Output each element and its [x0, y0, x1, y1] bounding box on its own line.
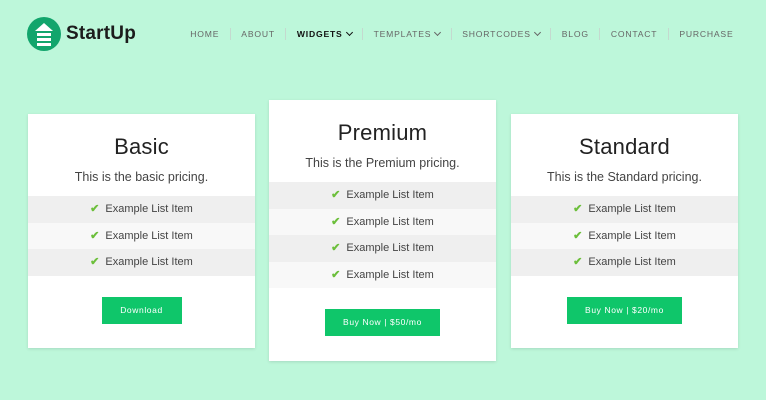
- cta-wrapper: Buy Now | $50/mo: [269, 309, 496, 336]
- nav-item-contact[interactable]: CONTACT: [599, 28, 668, 40]
- pricing-card-basic: Basic This is the basic pricing. ✔ Exampl…: [28, 114, 255, 348]
- list-item-label: Example List Item: [346, 268, 434, 281]
- list-item-label: Example List Item: [346, 189, 434, 201]
- list-item-label: Example List Item: [346, 215, 434, 228]
- cta-wrapper: Download: [28, 296, 255, 324]
- nav-label: ABOUT: [241, 29, 275, 39]
- nav-label: WIDGETS: [296, 29, 343, 39]
- check-icon: ✔: [573, 229, 583, 242]
- list-item-label: Example List Item: [588, 229, 676, 242]
- nav-item-widgets[interactable]: WIDGETS: [285, 28, 362, 40]
- list-item-label: Example List Item: [346, 242, 434, 254]
- nav-item-home[interactable]: HOME: [180, 28, 230, 40]
- list-item: ✔ Example List Item: [511, 196, 738, 223]
- list-item-label: Example List Item: [588, 203, 676, 215]
- plan-title: Premium: [337, 120, 428, 145]
- nav-item-blog[interactable]: BLOG: [550, 28, 599, 40]
- list-item: ✔ Example List Item: [511, 249, 738, 276]
- nav-label: BLOG: [561, 29, 589, 39]
- list-item: ✔ Example List Item: [28, 222, 255, 249]
- chevron-down-icon: [434, 28, 442, 37]
- check-icon: ✔: [90, 229, 100, 242]
- nav-label: PURCHASE: [679, 29, 734, 39]
- brand-name: StartUp: [66, 23, 137, 44]
- feature-list: ✔ Example List Item ✔ Example List Item ✔ E…: [28, 196, 255, 276]
- list-item: ✔ Example List Item: [269, 261, 496, 288]
- check-icon: ✔: [331, 215, 341, 228]
- pricing-card-standard: Standard This is the Standard pricing. ✔…: [511, 114, 738, 348]
- logo-icon: [27, 17, 61, 51]
- list-item: ✔ Example List Item: [28, 249, 255, 276]
- check-icon: ✔: [90, 203, 100, 215]
- feature-list: ✔ Example List Item ✔ Example List Item ✔ E…: [511, 196, 738, 276]
- check-icon: ✔: [573, 203, 583, 215]
- nav-label: TEMPLATES: [373, 29, 432, 39]
- plan-description: This is the Premium pricing.: [305, 156, 460, 170]
- nav-label: SHORTCODES: [462, 29, 531, 39]
- pricing-card-premium: Premium This is the Premium pricing. ✔ Ex…: [269, 100, 496, 361]
- buy-now-premium-button[interactable]: Buy Now | $50/mo: [325, 309, 440, 336]
- list-item: ✔ Example List Item: [269, 182, 496, 209]
- download-button[interactable]: Download: [101, 296, 182, 324]
- plan-description: This is the Standard pricing.: [547, 170, 702, 184]
- list-item: ✔ Example List Item: [511, 222, 738, 249]
- check-icon: ✔: [331, 189, 341, 201]
- nav-label: CONTACT: [610, 29, 658, 39]
- check-icon: ✔: [573, 256, 583, 268]
- plan-title: Basic: [114, 134, 169, 159]
- plan-description: This is the basic pricing.: [74, 170, 209, 184]
- list-item-label: Example List Item: [588, 256, 676, 268]
- nav-item-shortcodes[interactable]: SHORTCODES: [450, 28, 550, 40]
- list-item: ✔ Example List Item: [28, 196, 255, 223]
- list-item: ✔ Example List Item: [269, 235, 496, 262]
- check-icon: ✔: [90, 256, 100, 268]
- nav-item-templates[interactable]: TEMPLATES: [362, 28, 451, 40]
- plan-title: Standard: [579, 134, 670, 159]
- list-item: ✔ Example List Item: [269, 208, 496, 235]
- buy-now-standard-button[interactable]: Buy Now | $20/mo: [567, 296, 682, 324]
- list-item-label: Example List Item: [105, 229, 193, 242]
- feature-list: ✔ Example List Item ✔ Example List Item ✔ E…: [269, 182, 496, 288]
- list-item-label: Example List Item: [105, 256, 193, 268]
- nav-item-about[interactable]: ABOUT: [229, 28, 286, 40]
- list-item-label: Example List Item: [105, 203, 193, 215]
- check-icon: ✔: [331, 268, 341, 281]
- site-header: StartUp HOME ABOUT WIDGETS TEMPLATES SHO…: [0, 0, 766, 70]
- check-icon: ✔: [331, 242, 341, 254]
- nav-item-purchase[interactable]: PURCHASE: [667, 28, 744, 40]
- main-nav: HOME ABOUT WIDGETS TEMPLATES SHORTCODES …: [190, 28, 744, 40]
- chevron-down-icon: [345, 28, 353, 37]
- cta-wrapper: Buy Now | $20/mo: [511, 296, 738, 324]
- nav-label: HOME: [190, 29, 220, 39]
- logo[interactable]: StartUp: [27, 17, 136, 51]
- chevron-down-icon: [533, 28, 541, 37]
